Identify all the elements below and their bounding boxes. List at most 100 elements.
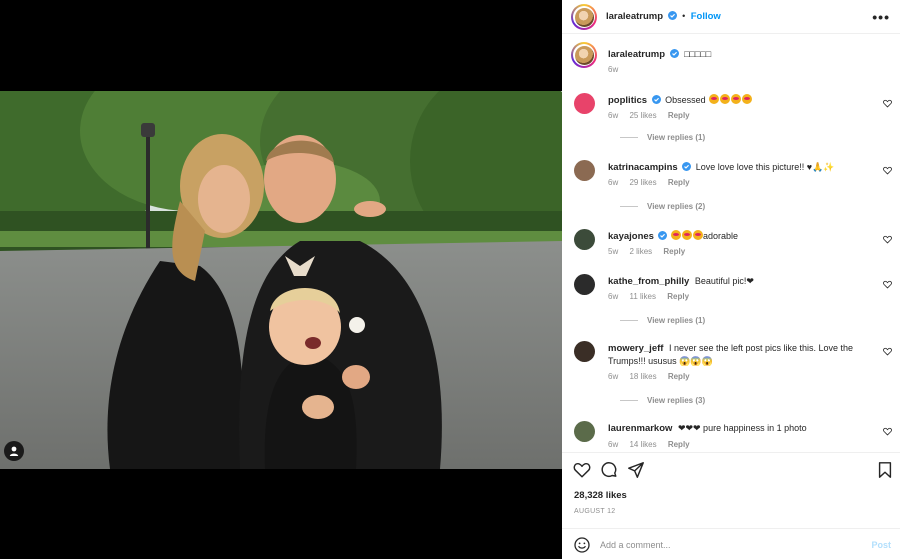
author-avatar[interactable]	[571, 4, 597, 30]
heart-icon[interactable]	[573, 461, 591, 479]
reply-button[interactable]: Reply	[668, 440, 690, 449]
commenter-username[interactable]: katrinacampins	[608, 162, 678, 173]
comment-body: poplitics Obsessed	[608, 94, 878, 107]
smile-icon[interactable]	[574, 537, 590, 553]
comment-likes[interactable]: 29 likes	[629, 178, 656, 187]
star-struck-emoji-icon	[681, 230, 692, 240]
star-struck-emoji-icon	[731, 94, 742, 104]
comments-list[interactable]: laraleatrump □□□□□ 6w poplitics Obsessed	[562, 34, 900, 452]
comment-input[interactable]	[600, 536, 840, 553]
comment-text: Obsessed	[665, 95, 706, 105]
verified-badge-icon	[682, 162, 692, 171]
comment-body: katrinacampins Love love love this pictu…	[608, 161, 878, 174]
view-replies-button[interactable]: View replies (1)	[620, 316, 705, 325]
post-comment-button[interactable]: Post	[871, 540, 891, 550]
separator-dot: •	[682, 11, 686, 21]
comment-text: Love love love this picture!! ♥🙏✨	[695, 162, 835, 172]
comment-like-heart-icon[interactable]	[883, 280, 892, 289]
comment-body: kathe_from_philly Beautiful pic!❤	[608, 275, 878, 288]
verified-badge-icon	[667, 11, 677, 20]
tagged-users-button[interactable]	[4, 441, 24, 461]
more-horizontal-icon[interactable]: •••	[872, 9, 890, 25]
star-struck-emoji-icon	[720, 94, 731, 104]
commenter-username[interactable]: kathe_from_philly	[608, 276, 689, 287]
post-actions: 28,328 likes AUGUST 12	[562, 452, 900, 527]
comment-like-heart-icon[interactable]	[883, 347, 892, 356]
comment-like-heart-icon[interactable]	[883, 427, 892, 436]
commenter-avatar[interactable]	[574, 229, 595, 250]
commenter-avatar[interactable]	[574, 274, 595, 295]
commenter-username[interactable]: kayajones	[608, 231, 654, 242]
author-line: laraleatrump • Follow	[606, 11, 721, 22]
instagram-post-modal: laraleatrump • Follow ••• laraleatrump □…	[0, 0, 900, 559]
comment-body: laurenmarkow ❤❤❤ pure happiness in 1 pho…	[608, 422, 878, 435]
reply-button[interactable]: Reply	[668, 178, 690, 187]
view-replies-button[interactable]: View replies (1)	[620, 133, 705, 142]
comment-time[interactable]: 6w	[608, 111, 618, 120]
caption-body: laraleatrump □□□□□	[608, 48, 878, 61]
caption-username[interactable]: laraleatrump	[608, 49, 665, 60]
likes-count[interactable]: 28,328 likes	[574, 490, 627, 501]
verified-badge-icon	[669, 49, 679, 58]
comment-text: ❤❤❤ pure happiness in 1 photo	[677, 423, 807, 433]
reply-button[interactable]: Reply	[667, 292, 689, 301]
commenter-username[interactable]: laurenmarkow	[608, 423, 672, 434]
comment-composer: Post	[562, 528, 900, 559]
comment-icon[interactable]	[600, 461, 618, 479]
comment-likes[interactable]: 14 likes	[629, 440, 656, 449]
comment-time[interactable]: 6w	[608, 178, 618, 187]
reply-button[interactable]: Reply	[668, 111, 690, 120]
media-pane	[0, 0, 562, 559]
commenter-avatar[interactable]	[574, 160, 595, 181]
verified-badge-icon	[658, 231, 668, 240]
comment-meta: 6w 29 likes Reply	[608, 178, 699, 187]
star-struck-emoji-icon	[692, 230, 703, 240]
comment-likes[interactable]: 18 likes	[629, 372, 656, 381]
commenter-avatar[interactable]	[574, 341, 595, 362]
post-details-panel: laraleatrump • Follow ••• laraleatrump □…	[562, 0, 900, 559]
comment-time[interactable]: 6w	[608, 440, 618, 449]
comment-meta: 5w 2 likes Reply	[608, 247, 694, 256]
follow-button[interactable]: Follow	[691, 11, 721, 22]
comment-time[interactable]: 5w	[608, 247, 618, 256]
star-struck-emoji-icon	[709, 94, 720, 104]
caption-time[interactable]: 6w	[608, 65, 618, 74]
post-photo-image	[0, 91, 562, 469]
view-replies-button[interactable]: View replies (2)	[620, 202, 705, 211]
user-icon	[9, 446, 19, 456]
comment-like-heart-icon[interactable]	[883, 235, 892, 244]
reply-button[interactable]: Reply	[663, 247, 685, 256]
reply-button[interactable]: Reply	[668, 372, 690, 381]
comment-like-heart-icon[interactable]	[883, 166, 892, 175]
comment-meta: 6w 18 likes Reply	[608, 372, 699, 381]
bookmark-icon[interactable]	[876, 461, 894, 479]
commenter-username[interactable]: mowery_jeff	[608, 343, 663, 354]
comment-text: Beautiful pic!❤	[694, 276, 754, 286]
comment-time[interactable]: 6w	[608, 372, 618, 381]
comment-meta: 6w 14 likes Reply	[608, 440, 699, 449]
comment-likes[interactable]: 2 likes	[629, 247, 652, 256]
caption-meta: 6w	[608, 65, 627, 74]
star-struck-emoji-icon	[742, 94, 753, 104]
post-photo[interactable]	[0, 91, 562, 469]
view-replies-button[interactable]: View replies (3)	[620, 396, 705, 405]
caption-text: □□□□□	[684, 49, 712, 59]
comment-meta: 6w 25 likes Reply	[608, 111, 699, 120]
author-username[interactable]: laraleatrump	[606, 11, 663, 22]
share-icon[interactable]	[627, 461, 645, 479]
comment-likes[interactable]: 25 likes	[629, 111, 656, 120]
comment-text: adorable	[702, 231, 739, 241]
comment-likes[interactable]: 11 likes	[629, 292, 656, 301]
post-header: laraleatrump • Follow •••	[562, 0, 900, 34]
comment-meta: 6w 11 likes Reply	[608, 292, 698, 301]
star-struck-emoji-icon	[670, 230, 681, 240]
verified-badge-icon	[651, 95, 661, 104]
caption-author-avatar[interactable]	[571, 42, 597, 68]
commenter-avatar[interactable]	[574, 93, 595, 114]
commenter-avatar[interactable]	[574, 421, 595, 442]
comment-body: mowery_jeff I never see the left post pi…	[608, 342, 878, 367]
commenter-username[interactable]: poplitics	[608, 95, 647, 106]
post-date[interactable]: AUGUST 12	[574, 508, 615, 515]
comment-like-heart-icon[interactable]	[883, 99, 892, 108]
comment-time[interactable]: 6w	[608, 292, 618, 301]
